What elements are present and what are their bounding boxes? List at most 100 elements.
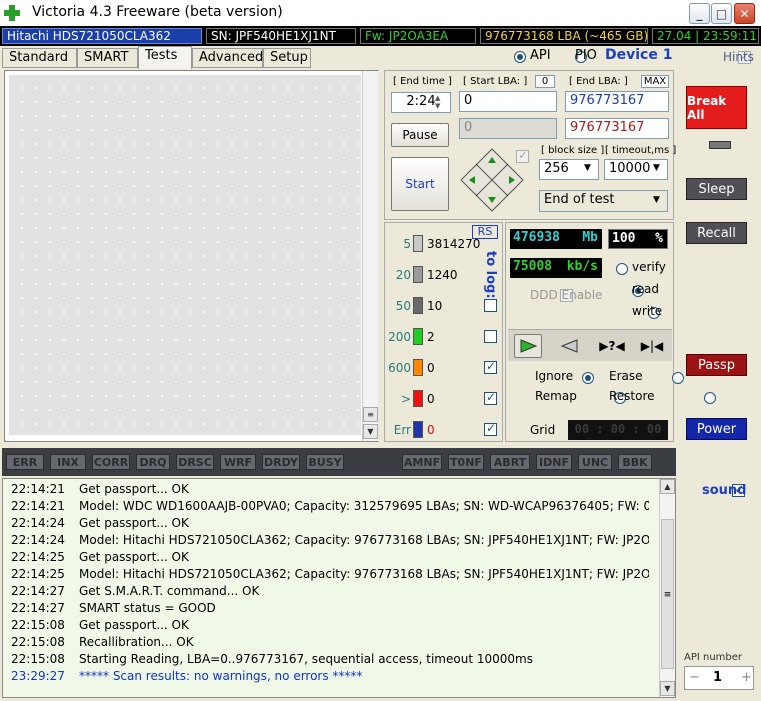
log-message: Model: Hitachi HDS721050CLA362; Capacity… [79,567,649,581]
verify-label: verify [632,260,666,274]
start-lba-current: 0 [459,118,557,139]
start-button[interactable]: Start [391,157,449,211]
end-time-field[interactable]: 2:24 [391,92,451,113]
pause-button[interactable]: Pause [391,123,449,147]
close-button[interactable]: ✕ [734,3,755,24]
api-radio[interactable] [514,51,526,63]
power-button[interactable]: Power [686,418,747,440]
sensor-row: 20 1240 [385,266,503,286]
log-scroll-up-icon[interactable]: ▲ [660,479,675,494]
grid-scrollbar[interactable]: ≡ ▼ [362,71,378,441]
sensor-log-checkbox[interactable] [484,330,497,343]
log-time: 22:14:21 [11,482,65,496]
log-scrollbar[interactable]: ▲ ≡ ▼ [659,479,675,697]
sleep-button[interactable]: Sleep [686,178,747,200]
api-number-value[interactable]: 1 [713,670,722,685]
sensor-row: 5 3814270 [385,235,503,255]
tab-advanced[interactable]: Advanced [192,48,263,68]
sensor-log-checkbox[interactable] [484,359,497,374]
sensor-count: 1240 [427,268,458,282]
recall-button[interactable]: Recall [686,222,747,244]
grid-scroll-grip[interactable]: ≡ [363,407,378,422]
api-label: API [530,48,551,63]
sensor-color-box [413,297,423,314]
error-flag-corr: CORR [92,454,130,470]
write-label: write [632,304,663,318]
scan-grid [4,70,378,442]
erase-radio[interactable] [672,372,685,384]
log-message: Get passport... OK [79,516,189,530]
speed-unit: kb/s [566,259,598,274]
minimize-button[interactable]: _ [689,3,710,24]
api-number-plus-icon[interactable]: + [741,670,752,685]
test-control-panel: [ End time ] 2:24 ▲ ▼ [ Start LBA: ] 0 0 … [384,70,677,220]
ignore-radio[interactable] [582,372,595,384]
tab-standard[interactable]: Standard [2,48,77,68]
maximize-button[interactable]: □ [711,3,732,24]
sensor-row: 200 2 [385,328,503,348]
log-time: 22:14:25 [11,567,65,581]
device-label[interactable]: Device 1 [605,47,672,63]
error-flag-bbk: BBK [618,454,652,470]
erase-label: Erase [609,369,643,383]
verify-radio[interactable] [616,263,628,275]
restore-radio[interactable] [703,392,716,404]
speed-value: 75008 [513,259,553,274]
sensor-threshold: 600 [388,361,411,375]
log-message: SMART status = GOOD [79,601,216,615]
drive-firmware: Fw: JP2OA3EA [360,28,476,44]
log-message: Get passport... OK [79,482,189,496]
play-backward-icon[interactable] [556,334,584,358]
random-seek-icon[interactable]: ▶?◀ [598,334,626,358]
butterfly-icon[interactable]: ▶|◀ [638,334,666,358]
sensor-count: 3814270 [427,237,481,251]
error-flag-inx: INX [50,454,86,470]
block-size-label: [ block size ] [541,145,605,156]
tab-smart[interactable]: SMART [77,48,138,68]
log-entry: 22:14:27 SMART status = GOOD [3,600,659,617]
timeout-chevron-down-icon[interactable]: ▼ [653,163,660,173]
end-action-select[interactable]: End of test [539,190,668,212]
log-entry: 22:14:24 Model: Hitachi HDS721050CLA362; … [3,532,659,549]
start-lba-reset-button[interactable]: 0 [535,75,555,88]
log-entry: 22:14:21 Get passport... OK [3,481,659,498]
direction-checkbox[interactable] [516,148,529,163]
play-forward-icon[interactable] [514,334,542,358]
sensor-threshold: 50 [395,299,411,313]
log-time: 22:14:27 [11,584,65,598]
ddd-enable-label: DDD Enable [530,288,603,302]
sensor-log-checkbox[interactable] [484,299,497,312]
sensor-threshold: Err [393,423,411,437]
grid-scroll-down-icon[interactable]: ▼ [363,424,378,439]
error-flag-idnf: IDNF [536,454,572,470]
end-lba-max-button[interactable]: MAX [641,75,669,88]
end-lba-field[interactable]: 976773167 [565,91,669,112]
tab-setup[interactable]: Setup [263,48,311,68]
log-time: 22:15:08 [11,652,65,666]
sensor-row: Err 0 [385,421,503,441]
log-entry: 23:29:27 ***** Scan results: no warnings,… [3,668,659,685]
sensor-log-checkbox[interactable] [484,421,497,436]
sensor-row: 50 10 [385,297,503,317]
start-lba-field[interactable]: 0 [459,91,557,112]
end-time-spin-icon[interactable]: ▲ ▼ [435,94,440,110]
log-scroll-thumb[interactable]: ≡ [661,519,674,669]
activity-indicator [709,141,731,149]
end-action-chevron-down-icon[interactable]: ▼ [653,195,660,205]
log-scroll-down-icon[interactable]: ▼ [660,681,675,696]
log-entry: 22:14:27 Get S.M.A.R.T. command... OK [3,583,659,600]
block-size-chevron-down-icon[interactable]: ▼ [584,163,591,173]
error-flag-drsc: DRSC [176,454,214,470]
api-number-stepper[interactable]: − 1 + [684,666,754,690]
passp-button[interactable]: Passp [686,354,747,376]
log-time: 22:14:21 [11,499,65,513]
log-message: ***** Scan results: no warnings, no erro… [79,669,363,683]
break-all-button[interactable]: Break All [686,86,747,129]
hints-label: Hints [723,50,754,64]
log-time: 22:14:24 [11,533,65,547]
timeout-label: [ timeout,ms ] [605,145,677,156]
tab-tests[interactable]: Tests [138,46,192,69]
sensor-log-checkbox[interactable] [484,390,497,405]
log-entry: 22:14:21 Model: WDC WD1600AAJB-00PVA0; Ca… [3,498,659,515]
api-number-minus-icon[interactable]: − [689,670,700,685]
